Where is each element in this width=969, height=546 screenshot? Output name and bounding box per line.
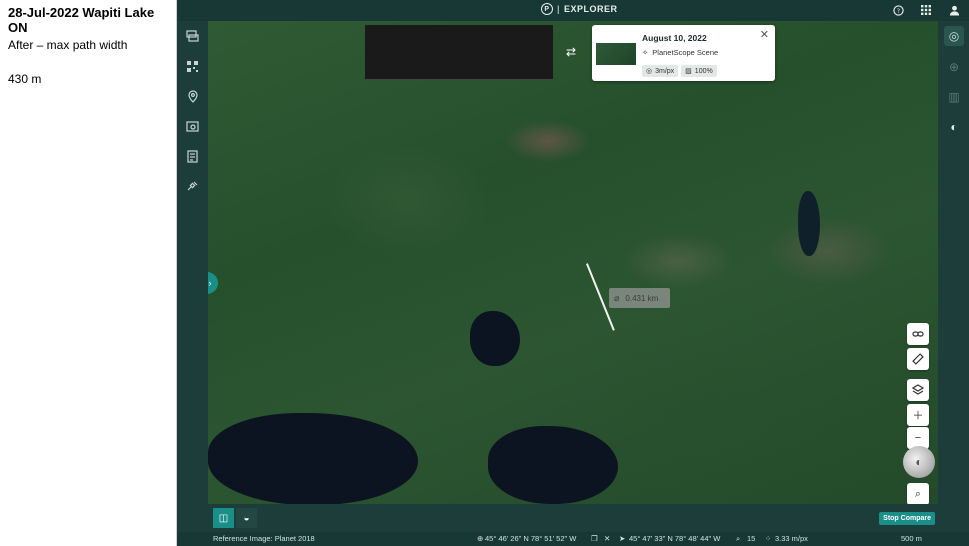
view-mode-buttons: ◫ ◒ <box>213 508 257 528</box>
planet-logo: P <box>541 3 553 15</box>
reference-thumbnail-box <box>365 25 553 80</box>
scale-label: 500 m <box>901 534 922 543</box>
arrow-icon: ➤ <box>619 534 626 543</box>
chart-icon[interactable]: ▥ <box>944 87 964 107</box>
zoom-search-icon[interactable]: ⌕ <box>907 483 929 504</box>
notes-line-1: After – max path width <box>8 38 128 52</box>
coverage-chip-label: 100% <box>694 67 713 75</box>
explorer-app: P | EXPLORER ? ⌀ 0.431 km ⇄ August 10, 2… <box>177 0 969 546</box>
zoom-level: 15 <box>747 534 756 543</box>
lake-south <box>488 426 618 504</box>
satellite-small-icon: ✧ <box>642 48 649 57</box>
link-icon[interactable] <box>907 323 929 345</box>
layers-icon[interactable] <box>907 379 929 401</box>
scene-thumbnail <box>596 43 636 65</box>
add-scene-icon[interactable]: ⊕ <box>944 57 964 77</box>
notes-panel: 28-Jul-2022 Wapiti Lake ON After – max p… <box>0 0 177 546</box>
grid-icon[interactable] <box>919 3 933 17</box>
expand-panel-button[interactable]: › <box>208 272 218 294</box>
coverage-icon: ▨ <box>685 68 692 75</box>
layers-stack-icon[interactable] <box>185 29 200 44</box>
chevron-right-icon: › <box>208 278 212 288</box>
location-pin-icon[interactable] <box>185 89 200 104</box>
satellite-icon[interactable] <box>185 179 200 194</box>
copy-icon[interactable]: ❐ <box>591 534 598 543</box>
scene-source-label: PlanetScope Scene <box>652 48 719 57</box>
top-bar: P | EXPLORER ? <box>177 0 969 21</box>
close-small-icon[interactable]: ✕ <box>604 534 610 543</box>
crosshair-icon: ⊕ <box>477 534 484 543</box>
notes-title: 28-Jul-2022 Wapiti Lake ON <box>8 5 155 35</box>
bottom-bar: ◫ ◒ Stop Compare Reference Image: Planet… <box>177 504 969 546</box>
brand[interactable]: P | EXPLORER <box>541 3 618 15</box>
split-view-icon[interactable]: ◫ <box>213 508 234 528</box>
close-icon[interactable]: ✕ <box>760 28 769 41</box>
scene-card[interactable]: August 10, 2022 ✕ ✧ PlanetScope Scene ◎ 3… <box>592 25 775 81</box>
top-icons: ? <box>891 3 961 17</box>
help-circle-icon[interactable]: ? <box>891 3 905 17</box>
resolution-value: 3.33 m/px <box>775 534 808 543</box>
coord-left: 45° 46' 26" N 78° 51' 52" W <box>485 534 577 543</box>
ruler-tool-icon[interactable] <box>907 348 929 370</box>
left-rail <box>177 21 208 504</box>
status-bar: Reference Image: Planet 2018 ⊕ 45° 46' 2… <box>177 532 969 546</box>
lake-central <box>470 311 520 366</box>
measurement-value: 0.431 km <box>625 293 659 303</box>
scene-date: August 10, 2022 <box>642 33 707 43</box>
measurement-label: ⌀ 0.431 km <box>609 288 670 308</box>
qr-grid-icon[interactable] <box>185 59 200 74</box>
svg-text:?: ? <box>896 6 899 14</box>
user-icon[interactable] <box>947 3 961 17</box>
resolution-status-icon: ⁘ <box>765 534 772 543</box>
satellite-map[interactable]: ⌀ 0.431 km ⇄ August 10, 2022 ✕ ✧ PlanetS… <box>208 21 938 504</box>
brand-title: EXPLORER <box>564 4 618 14</box>
zoom-icon: ⌕ <box>736 534 741 543</box>
coord-right: 45° 47' 33" N 78° 48' 44" W <box>629 534 721 543</box>
globe-icon[interactable]: ◐ <box>903 446 935 478</box>
resolution-chip: ◎ 3m/px <box>642 65 679 77</box>
image-search-icon[interactable] <box>185 119 200 134</box>
coverage-chip: ▨ 100% <box>681 65 717 77</box>
resolution-icon: ◎ <box>646 68 653 75</box>
zoom-in-icon[interactable]: ＋ <box>907 404 929 426</box>
notes-line-2: 430 m <box>8 72 42 86</box>
scene-source: ✧ PlanetScope Scene <box>642 48 718 57</box>
resolution-chip-label: 3m/px <box>655 67 675 75</box>
brand-separator: | <box>557 4 561 14</box>
lake-west <box>208 413 418 504</box>
stop-compare-button[interactable]: Stop Compare <box>879 512 935 525</box>
scene-chips: ◎ 3m/px ▨ 100% <box>642 65 717 77</box>
contrast-icon[interactable]: ◐ <box>944 117 964 137</box>
ruler-icon: ⌀ <box>614 292 620 303</box>
opacity-icon[interactable]: ◒ <box>236 508 257 528</box>
document-icon[interactable] <box>185 149 200 164</box>
lake-northeast <box>798 191 820 256</box>
right-rail: ◎ ⊕ ▥ ◐ <box>938 21 969 504</box>
screenshot-root: 28-Jul-2022 Wapiti Lake ON After – max p… <box>0 0 969 546</box>
reference-image-label: Reference Image: Planet 2018 <box>213 534 315 543</box>
compare-icon[interactable]: ◎ <box>944 26 964 46</box>
swap-arrows-icon[interactable]: ⇄ <box>566 45 576 59</box>
